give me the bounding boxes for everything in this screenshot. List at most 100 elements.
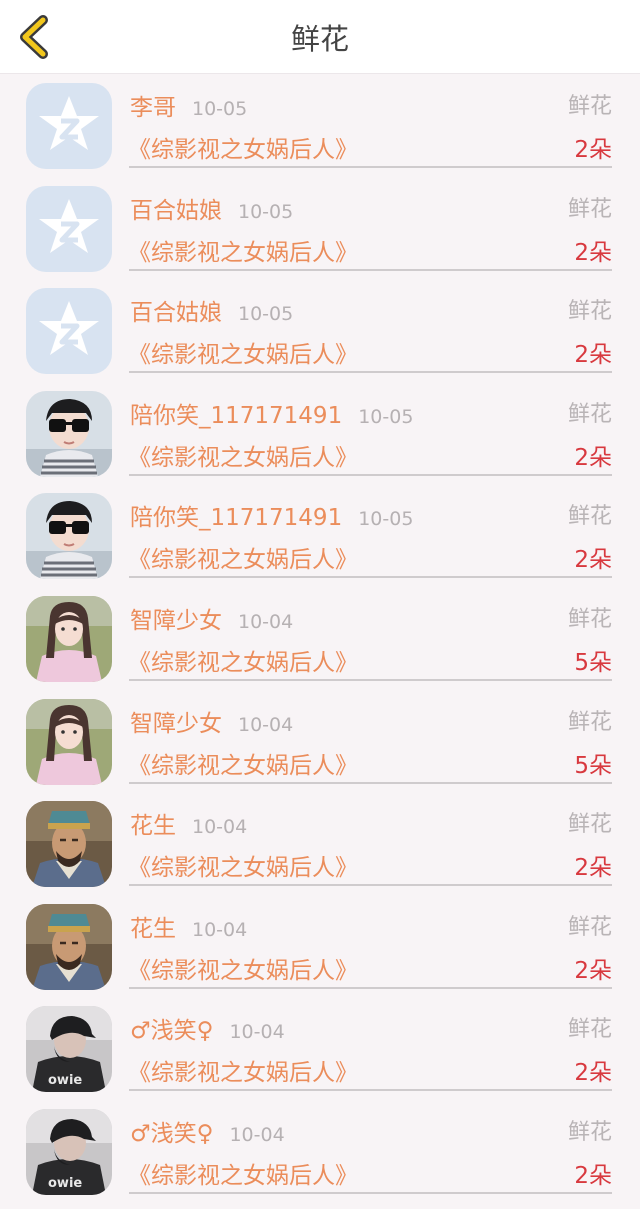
record-date: 10-04 bbox=[238, 713, 294, 736]
gift-type: 鲜花 bbox=[567, 94, 612, 119]
divider bbox=[129, 1089, 612, 1092]
record-date: 10-04 bbox=[192, 918, 248, 941]
gift-type: 鲜花 bbox=[567, 504, 612, 530]
record-date: 10-04 bbox=[229, 1021, 285, 1044]
avatar[interactable]: owie bbox=[26, 1108, 112, 1195]
gift-type: 鲜花 bbox=[567, 1119, 612, 1145]
book-title: 《综影视之女娲后人》 bbox=[128, 1060, 358, 1087]
gift-type: 鲜花 bbox=[567, 401, 612, 427]
user-name[interactable]: 花生 10-04 bbox=[130, 806, 247, 840]
gift-type: 鲜花 bbox=[567, 1017, 612, 1043]
gift-type: 鲜花 bbox=[567, 914, 612, 940]
list-item[interactable]: 百合姑娘 10-05 鲜花 《综影视之女娲后人》 2朵 bbox=[0, 285, 640, 388]
user-name-text: 花生 bbox=[130, 915, 176, 942]
record-date: 10-04 bbox=[238, 610, 294, 633]
divider bbox=[129, 371, 612, 374]
user-name[interactable]: 百合姑娘 10-05 bbox=[130, 191, 293, 225]
user-name-text: 智障少女 bbox=[130, 710, 222, 737]
list-item[interactable]: 陪你笑_117171491 10-05 鲜花 《综影视之女娲后人》 2朵 bbox=[0, 388, 640, 491]
book-title: 《综影视之女娲后人》 bbox=[128, 547, 358, 574]
user-name[interactable]: ♂浅笑♀ 10-04 bbox=[130, 1114, 285, 1148]
divider bbox=[129, 678, 612, 681]
svg-text:owie: owie bbox=[48, 1073, 82, 1088]
gift-count: 2朵 bbox=[574, 137, 612, 163]
avatar[interactable] bbox=[26, 185, 112, 272]
list-item[interactable]: 花生 10-04 鲜花 《综影视之女娲后人》 2朵 bbox=[0, 901, 640, 1004]
avatar[interactable] bbox=[26, 801, 112, 888]
avatar[interactable] bbox=[26, 698, 112, 785]
gift-count: 2朵 bbox=[574, 547, 612, 574]
record-date: 10-05 bbox=[358, 508, 414, 531]
user-name[interactable]: 智障少女 10-04 bbox=[130, 704, 293, 738]
user-name[interactable]: 李哥 10-05 bbox=[130, 88, 247, 122]
book-title: 《综影视之女娲后人》 bbox=[128, 137, 358, 163]
user-name[interactable]: 陪你笑_117171491 10-05 bbox=[130, 396, 413, 430]
book-title: 《综影视之女娲后人》 bbox=[128, 444, 358, 471]
list-item[interactable]: 智障少女 10-04 鲜花 《综影视之女娲后人》 5朵 bbox=[0, 593, 640, 696]
book-title: 《综影视之女娲后人》 bbox=[128, 855, 358, 882]
flower-record-list: 李哥 10-05 鲜花 《综影视之女娲后人》 2朵 百合姑娘 10-05 鲜花 《综… bbox=[0, 80, 640, 1209]
avatar[interactable]: owie bbox=[26, 1006, 112, 1093]
gift-count: 2朵 bbox=[574, 444, 612, 471]
user-name-text: ♂浅笑♀ bbox=[130, 1018, 214, 1045]
list-item[interactable]: 花生 10-04 鲜花 《综影视之女娲后人》 2朵 bbox=[0, 798, 640, 901]
record-date: 10-05 bbox=[238, 303, 294, 326]
user-name-text: ♂浅笑♀ bbox=[130, 1120, 214, 1147]
divider bbox=[129, 166, 612, 168]
list-item[interactable]: 百合姑娘 10-05 鲜花 《综影视之女娲后人》 2朵 bbox=[0, 183, 640, 286]
user-name-text: 陪你笑_117171491 bbox=[130, 402, 343, 429]
app-header: 鲜花 bbox=[0, 0, 640, 74]
avatar[interactable] bbox=[26, 903, 112, 990]
divider bbox=[129, 781, 612, 784]
user-name[interactable]: ♂浅笑♀ 10-04 bbox=[130, 1011, 285, 1045]
list-item[interactable]: owie ♂浅笑♀ 10-04 鲜花 《综影视之女娲后人》 2朵 bbox=[0, 1106, 640, 1209]
gift-type: 鲜花 bbox=[567, 299, 612, 325]
user-name[interactable]: 百合姑娘 10-05 bbox=[130, 293, 293, 327]
record-date: 10-05 bbox=[192, 98, 248, 120]
record-date: 10-04 bbox=[192, 816, 248, 839]
chevron-left-icon bbox=[20, 15, 48, 59]
divider bbox=[129, 884, 612, 887]
avatar[interactable] bbox=[26, 288, 112, 375]
gift-count: 2朵 bbox=[574, 1060, 612, 1087]
user-name-text: 百合姑娘 bbox=[130, 197, 222, 224]
list-item[interactable]: 李哥 10-05 鲜花 《综影视之女娲后人》 2朵 bbox=[0, 80, 640, 183]
record-date: 10-05 bbox=[238, 200, 294, 223]
book-title: 《综影视之女娲后人》 bbox=[128, 239, 358, 266]
user-name-text: 花生 bbox=[130, 813, 176, 840]
divider bbox=[129, 473, 612, 476]
gift-count: 2朵 bbox=[574, 1162, 612, 1189]
book-title: 《综影视之女娲后人》 bbox=[128, 957, 358, 984]
avatar[interactable] bbox=[26, 83, 112, 169]
divider bbox=[129, 1191, 612, 1194]
divider bbox=[129, 986, 612, 989]
back-button[interactable] bbox=[14, 14, 54, 60]
gift-type: 鲜花 bbox=[567, 709, 612, 735]
avatar[interactable] bbox=[26, 493, 112, 580]
record-date: 10-04 bbox=[229, 1123, 285, 1146]
list-item[interactable]: 智障少女 10-04 鲜花 《综影视之女娲后人》 5朵 bbox=[0, 696, 640, 799]
gift-count: 2朵 bbox=[574, 239, 612, 266]
record-date: 10-05 bbox=[358, 405, 414, 428]
user-name[interactable]: 陪你笑_117171491 10-05 bbox=[130, 498, 413, 532]
avatar[interactable] bbox=[26, 595, 112, 682]
user-name-text: 李哥 bbox=[130, 95, 176, 121]
gift-count: 2朵 bbox=[574, 957, 612, 984]
user-name-text: 智障少女 bbox=[130, 607, 222, 634]
divider bbox=[129, 576, 612, 579]
avatar[interactable] bbox=[26, 390, 112, 477]
gift-count: 2朵 bbox=[574, 855, 612, 882]
user-name[interactable]: 智障少女 10-04 bbox=[130, 601, 293, 635]
user-name-text: 百合姑娘 bbox=[130, 300, 222, 327]
user-name-text: 陪你笑_117171491 bbox=[130, 505, 343, 532]
book-title: 《综影视之女娲后人》 bbox=[128, 342, 358, 369]
list-item[interactable]: owie ♂浅笑♀ 10-04 鲜花 《综影视之女娲后人》 2朵 bbox=[0, 1003, 640, 1106]
gift-type: 鲜花 bbox=[567, 196, 612, 222]
gift-count: 5朵 bbox=[574, 752, 612, 779]
book-title: 《综影视之女娲后人》 bbox=[128, 752, 358, 779]
user-name[interactable]: 花生 10-04 bbox=[130, 909, 247, 943]
book-title: 《综影视之女娲后人》 bbox=[128, 1162, 358, 1189]
list-item[interactable]: 陪你笑_117171491 10-05 鲜花 《综影视之女娲后人》 2朵 bbox=[0, 490, 640, 593]
gift-type: 鲜花 bbox=[567, 812, 612, 838]
page-title: 鲜花 bbox=[290, 22, 349, 56]
